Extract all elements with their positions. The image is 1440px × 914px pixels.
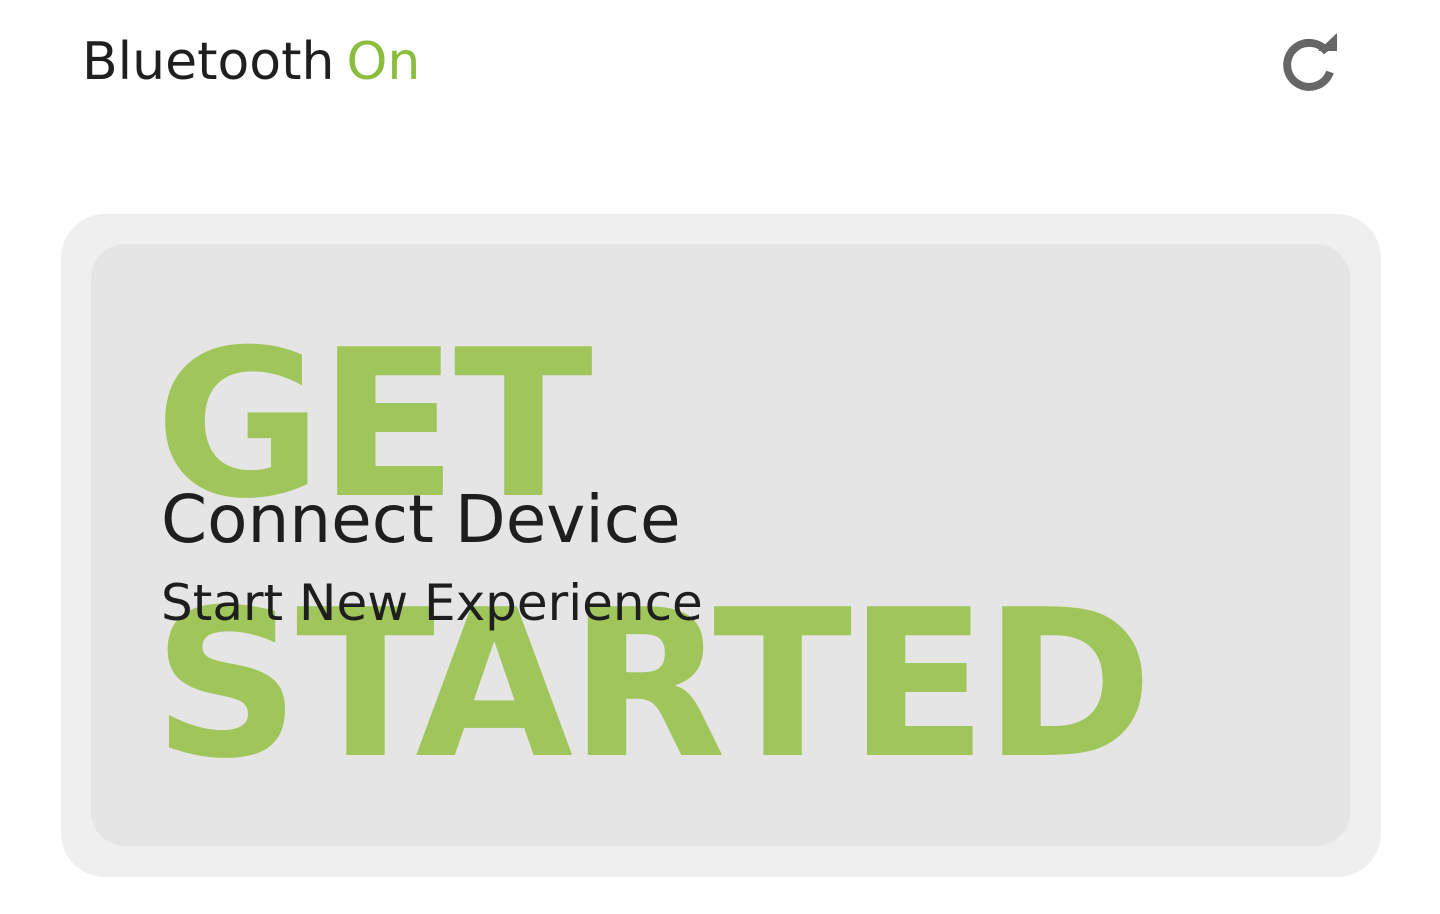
connect-device-card[interactable]: GET STARTED Connect Device Start New Exp… <box>91 244 1350 846</box>
bluetooth-status: Bluetooth On <box>82 30 420 94</box>
refresh-button[interactable] <box>1272 28 1348 100</box>
bluetooth-label: Bluetooth <box>82 32 335 92</box>
refresh-icon <box>1283 33 1337 91</box>
bluetooth-state: On <box>346 32 421 92</box>
card-subtitle: Start New Experience <box>161 574 703 632</box>
card-title: Connect Device <box>161 481 681 558</box>
get-started-card: GET STARTED Connect Device Start New Exp… <box>61 214 1381 877</box>
header: Bluetooth On <box>0 0 1440 130</box>
